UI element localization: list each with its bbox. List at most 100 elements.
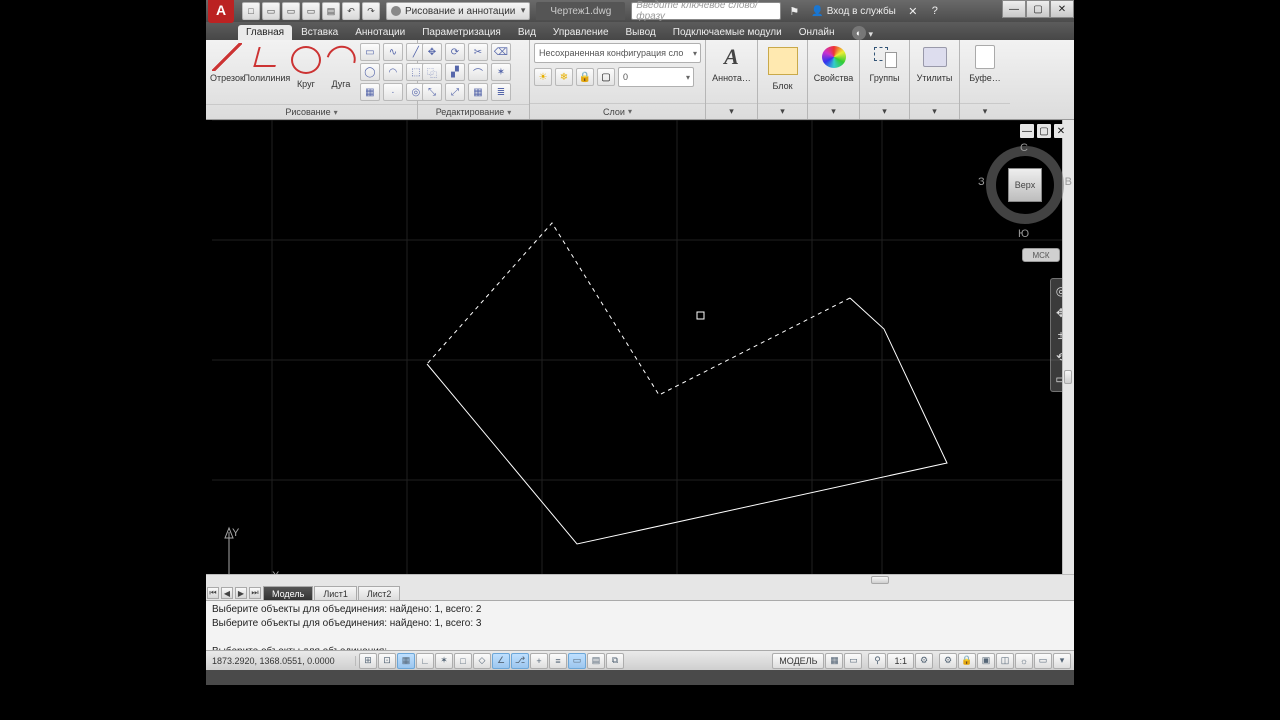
panel-annot-expand[interactable]: ▾: [706, 103, 757, 119]
tool-groups[interactable]: Группы: [865, 43, 905, 83]
sb-cust[interactable]: ▾: [1053, 653, 1071, 669]
sb-qp[interactable]: ▤: [587, 653, 605, 669]
layer-state-dropdown[interactable]: Несохраненная конфигурация сло: [534, 43, 701, 63]
tool-move[interactable]: ✥: [422, 43, 442, 61]
tool-stretch[interactable]: ⤡: [422, 83, 442, 101]
sb-ws[interactable]: ⚙: [939, 653, 957, 669]
qat-open[interactable]: ▭: [262, 2, 280, 20]
document-tab[interactable]: Чертеж1.dwg: [536, 2, 625, 20]
sb-osnap[interactable]: □: [454, 653, 472, 669]
panel-util-expand[interactable]: ▾: [910, 103, 959, 119]
sb-layout-grid[interactable]: ▦: [825, 653, 843, 669]
tab-expand-arrow-icon[interactable]: ▾: [869, 29, 874, 40]
app-menu-icon[interactable]: A: [208, 0, 234, 23]
sb-polar[interactable]: ✶: [435, 653, 453, 669]
sb-annovis[interactable]: ⚙: [915, 653, 933, 669]
panel-block-expand[interactable]: ▾: [758, 103, 807, 119]
tool-arc[interactable]: Дуга: [325, 43, 357, 89]
tool-circle[interactable]: Круг: [290, 43, 322, 89]
tab-annotate[interactable]: Аннотации: [347, 25, 413, 40]
tabs-next[interactable]: ▶: [235, 587, 247, 599]
tool-clipboard[interactable]: Буфе…: [965, 43, 1005, 83]
tool-ellarc[interactable]: ◠: [383, 63, 403, 81]
infocenter-icon[interactable]: ⚑: [785, 2, 803, 20]
tool-ellipse[interactable]: ◯: [360, 63, 380, 81]
tab-output[interactable]: Вывод: [618, 25, 664, 40]
vp-minimize[interactable]: —: [1020, 124, 1034, 138]
tool-copy[interactable]: ⿻: [422, 63, 442, 81]
sb-tpy[interactable]: ▭: [568, 653, 586, 669]
shape-selected[interactable]: [427, 223, 850, 395]
sb-3dosnap[interactable]: ◇: [473, 653, 491, 669]
tool-polyline[interactable]: Полилиния: [247, 43, 287, 83]
sb-ducs[interactable]: ⎇: [511, 653, 529, 669]
layer-freeze-icon[interactable]: ❄: [555, 68, 573, 86]
layer-color-icon[interactable]: ▢: [597, 68, 615, 86]
sb-grid[interactable]: ▦: [397, 653, 415, 669]
tab-home[interactable]: Главная: [238, 25, 292, 40]
exchange-icon[interactable]: ✕: [904, 2, 922, 20]
panel-layers-title[interactable]: Слои: [530, 103, 705, 119]
tab-layout1[interactable]: Лист1: [314, 586, 357, 600]
tool-properties[interactable]: Свойства: [814, 43, 854, 83]
help-icon[interactable]: ?: [926, 2, 944, 20]
sb-annoscale[interactable]: 1:1: [887, 653, 914, 669]
qat-saveall[interactable]: ▭: [302, 2, 320, 20]
tab-view[interactable]: Вид: [510, 25, 544, 40]
tool-trim[interactable]: ✂: [468, 43, 488, 61]
sb-otrack[interactable]: ∠: [492, 653, 510, 669]
qat-redo[interactable]: ↷: [362, 2, 380, 20]
tool-hatch[interactable]: ▦: [360, 83, 380, 101]
tool-rotate[interactable]: ⟳: [445, 43, 465, 61]
workspace-dropdown[interactable]: Рисование и аннотации: [386, 2, 530, 20]
status-coordinates[interactable]: 1873.2920, 1368.0551, 0.0000: [206, 656, 356, 666]
sb-iso[interactable]: ◫: [996, 653, 1014, 669]
sb-quickview[interactable]: ▭: [844, 653, 862, 669]
tool-fillet[interactable]: ⌒: [468, 63, 488, 81]
panel-clip-expand[interactable]: ▾: [960, 103, 1010, 119]
ucs-badge[interactable]: МСК: [1022, 248, 1060, 262]
tabs-first[interactable]: ⏮: [207, 587, 219, 599]
signin-button[interactable]: 👤Вход в службы: [807, 6, 900, 17]
sb-sc[interactable]: ⧉: [606, 653, 624, 669]
tool-scale[interactable]: ⤢: [445, 83, 465, 101]
sb-obj[interactable]: ☼: [1015, 653, 1033, 669]
close-button[interactable]: ✕: [1050, 0, 1074, 18]
tab-expand-icon[interactable]: ◐: [852, 26, 866, 40]
sb-lock[interactable]: 🔒: [958, 653, 976, 669]
tool-block[interactable]: Блок: [763, 43, 803, 91]
layer-on-icon[interactable]: ☀: [534, 68, 552, 86]
sb-snap[interactable]: ⊡: [378, 653, 396, 669]
tool-line[interactable]: Отрезок: [210, 43, 244, 83]
tool-offset[interactable]: ≣: [491, 83, 511, 101]
sb-infer[interactable]: ⊞: [359, 653, 377, 669]
tool-spline[interactable]: ∿: [383, 43, 403, 61]
sb-hw[interactable]: ▣: [977, 653, 995, 669]
panel-props-expand[interactable]: ▾: [808, 103, 859, 119]
viewcube-south[interactable]: Ю: [1018, 228, 1029, 240]
tab-model[interactable]: Модель: [263, 586, 313, 600]
tab-layout2[interactable]: Лист2: [358, 586, 401, 600]
tool-utilities[interactable]: Утилиты: [915, 43, 955, 83]
tool-rectangle[interactable]: ▭: [360, 43, 380, 61]
viewcube-east[interactable]: В: [1065, 176, 1072, 188]
qat-undo[interactable]: ↶: [342, 2, 360, 20]
viewcube-north[interactable]: С: [1020, 142, 1028, 154]
horizontal-scrollbar[interactable]: [206, 574, 1074, 586]
qat-save[interactable]: ▭: [282, 2, 300, 20]
panel-modify-title[interactable]: Редактирование: [418, 104, 529, 119]
shape-solid[interactable]: [427, 298, 947, 544]
tab-parametric[interactable]: Параметризация: [414, 25, 509, 40]
qat-new[interactable]: □: [242, 2, 260, 20]
sb-dyn[interactable]: +: [530, 653, 548, 669]
drawing-area[interactable]: — ▢ ✕: [206, 120, 1074, 600]
tabs-last[interactable]: ⏭: [249, 587, 261, 599]
tabs-prev[interactable]: ◀: [221, 587, 233, 599]
sb-lwt[interactable]: ≡: [549, 653, 567, 669]
minimize-button[interactable]: —: [1002, 0, 1026, 18]
tool-array[interactable]: ▦: [468, 83, 488, 101]
tab-plugins[interactable]: Подключаемые модули: [665, 25, 790, 40]
viewcube[interactable]: Верх С Ю З В: [986, 146, 1064, 224]
tool-erase[interactable]: ⌫: [491, 43, 511, 61]
sb-space[interactable]: МОДЕЛЬ: [772, 653, 824, 669]
